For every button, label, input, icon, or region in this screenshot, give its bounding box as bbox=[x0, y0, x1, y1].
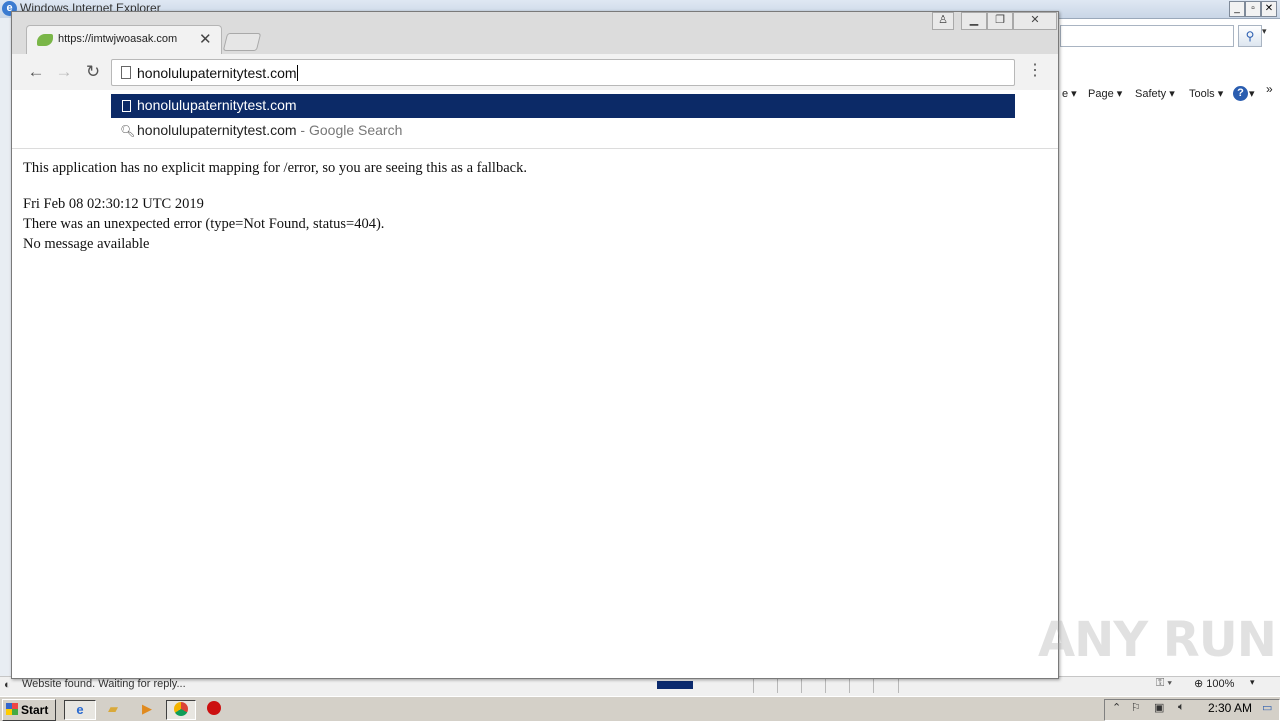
ie-status-divider bbox=[777, 679, 778, 693]
ie-progress-bar bbox=[657, 681, 693, 689]
ie-help-icon[interactable]: ? bbox=[1233, 86, 1248, 101]
ie-restore-button[interactable]: ▫ bbox=[1245, 1, 1261, 17]
volume-icon[interactable]: 🔈︎ bbox=[1178, 701, 1185, 714]
omnibox-value: honolulupaternitytest.com bbox=[137, 65, 298, 81]
ie-status-divider bbox=[873, 679, 874, 693]
suggestion-item-search[interactable]: 🔍︎ honolulupaternitytest.com - Google Se… bbox=[111, 120, 1015, 142]
ie-close-button[interactable]: ✕ bbox=[1261, 1, 1277, 17]
chrome-window: https://imtwjwoasak.com ✕ ♙ ▁ ❐ ✕ ← → ↻ … bbox=[11, 11, 1059, 679]
text-caret bbox=[296, 65, 298, 81]
page-icon bbox=[121, 66, 131, 79]
ie-safety-menu[interactable]: Safety ▾ bbox=[1135, 87, 1175, 100]
error-status-line: There was an unexpected error (type=Not … bbox=[23, 216, 385, 232]
ie-cmd-partial[interactable]: e ▾ bbox=[1062, 87, 1077, 100]
error-timestamp: Fri Feb 08 02:30:12 UTC 2019 bbox=[23, 196, 204, 212]
flag-icon[interactable]: ⚐ bbox=[1131, 701, 1141, 714]
ie-tools-menu[interactable]: Tools ▾ bbox=[1189, 87, 1223, 100]
opera-taskbar-icon[interactable] bbox=[203, 700, 225, 718]
anyrun-watermark: ANY RUN bbox=[1038, 612, 1277, 668]
show-hidden-icons-icon[interactable]: ⌃ bbox=[1112, 701, 1121, 714]
ie-zoom-dropdown-icon[interactable]: ▾ bbox=[1250, 677, 1255, 688]
page-content: This application has no explicit mapping… bbox=[12, 149, 1058, 677]
chrome-close-button[interactable]: ✕ bbox=[1013, 12, 1057, 30]
omnibox-dropdown: honolulupaternitytest.com 🔍︎ honolulupat… bbox=[12, 90, 1058, 149]
tab-active[interactable]: https://imtwjwoasak.com ✕ bbox=[26, 25, 222, 55]
ie-minimize-button[interactable]: _ bbox=[1229, 1, 1245, 17]
ie-protected-mode-icon[interactable]: ⚿ ▾ bbox=[1156, 677, 1172, 690]
kebab-menu-icon[interactable]: ⋮ bbox=[1027, 63, 1043, 79]
chrome-restore-button[interactable]: ❐ bbox=[987, 12, 1013, 30]
back-arrow-icon[interactable]: ← bbox=[25, 61, 47, 83]
error-fallback-message: This application has no explicit mapping… bbox=[23, 160, 527, 176]
taskbar-clock[interactable]: 2:30 AM bbox=[1208, 701, 1252, 715]
chrome-taskbar-icon[interactable] bbox=[166, 700, 196, 720]
ie-more-icon[interactable]: » bbox=[1266, 82, 1273, 96]
ie-search-dropdown-icon[interactable]: ▾ bbox=[1262, 26, 1267, 37]
ie-status-divider bbox=[753, 679, 754, 693]
start-button[interactable]: Start bbox=[2, 699, 56, 721]
suggestion-item-url[interactable]: honolulupaternitytest.com bbox=[111, 94, 1015, 118]
error-detail-line: No message available bbox=[23, 236, 150, 252]
omnibox-input[interactable]: honolulupaternitytest.com bbox=[111, 59, 1015, 86]
search-icon: 🔍︎ bbox=[120, 124, 136, 138]
ie-status-icon: ◐ bbox=[4, 679, 11, 691]
start-label: Start bbox=[21, 703, 49, 717]
windows-logo-icon bbox=[6, 703, 18, 715]
media-player-taskbar-icon[interactable]: ▶ bbox=[136, 700, 158, 718]
show-desktop-icon[interactable]: ▭ bbox=[1262, 701, 1272, 714]
forward-arrow-icon[interactable]: → bbox=[53, 61, 75, 83]
ie-zoom-level[interactable]: ⊕ 100% bbox=[1194, 677, 1234, 690]
ie-status-divider bbox=[801, 679, 802, 693]
ie-status-divider bbox=[898, 679, 899, 693]
reload-icon[interactable]: ↻ bbox=[82, 61, 104, 83]
network-icon[interactable]: ▣ bbox=[1154, 701, 1164, 714]
ie-search-input[interactable] bbox=[1060, 25, 1234, 47]
ie-statusbar bbox=[0, 676, 1280, 696]
ie-status-text: Website found. Waiting for reply... bbox=[22, 678, 186, 690]
suggestion-hint: - Google Search bbox=[296, 122, 403, 138]
new-tab-button[interactable] bbox=[222, 33, 262, 51]
ie-search-icon[interactable]: ⚲ bbox=[1238, 25, 1262, 47]
tab-title: https://imtwjwoasak.com bbox=[58, 33, 178, 45]
chrome-minimize-button[interactable]: ▁ bbox=[961, 12, 987, 30]
ie-status-divider bbox=[849, 679, 850, 693]
chrome-toolbar: ← → ↻ honolulupaternitytest.com ⋮ bbox=[12, 54, 1058, 91]
profile-icon[interactable]: ♙ bbox=[932, 12, 954, 30]
tab-close-icon[interactable]: ✕ bbox=[199, 30, 212, 48]
ie-taskbar-icon[interactable]: e bbox=[64, 700, 96, 720]
leaf-favicon-icon bbox=[37, 34, 53, 46]
suggestion-text: honolulupaternitytest.com - Google Searc… bbox=[137, 122, 403, 138]
taskbar: Start e ▰ ▶ ⌃ ⚐ ▣ 🔈︎ 2:30 AM ▭ bbox=[0, 696, 1280, 721]
folder-taskbar-icon[interactable]: ▰ bbox=[102, 700, 124, 718]
suggestion-text: honolulupaternitytest.com bbox=[137, 97, 297, 113]
ie-help-dropdown-icon[interactable]: ▾ bbox=[1249, 87, 1255, 100]
page-icon bbox=[122, 100, 131, 112]
ie-page-menu[interactable]: Page ▾ bbox=[1088, 87, 1122, 100]
ie-status-divider bbox=[825, 679, 826, 693]
